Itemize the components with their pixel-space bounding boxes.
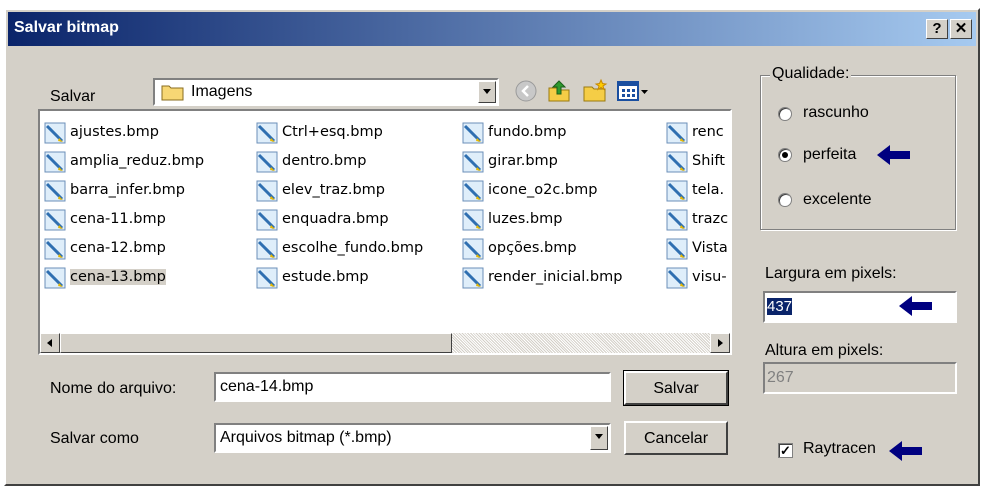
bitmap-file-icon <box>44 209 66 231</box>
bitmap-file-icon <box>44 238 66 260</box>
bitmap-file-icon <box>44 151 66 173</box>
file-name: enquadra.bmp <box>282 211 389 227</box>
arrow-left-icon <box>889 441 922 461</box>
up-folder-icon[interactable] <box>546 78 572 104</box>
arrow-left-icon <box>877 145 910 165</box>
quality-label: Qualidade: <box>770 65 852 83</box>
radio-perfeita[interactable] <box>778 148 792 162</box>
bitmap-file-icon <box>462 238 484 260</box>
file-name: escolhe_fundo.bmp <box>282 240 424 256</box>
bitmap-file-icon <box>256 122 278 144</box>
file-name: estude.bmp <box>282 269 369 285</box>
height-input: 267 <box>763 362 957 394</box>
new-folder-icon[interactable] <box>582 78 608 104</box>
file-name: cena-11.bmp <box>70 211 166 227</box>
filetype-dropdown-button[interactable] <box>590 426 608 450</box>
file-name: tela. <box>692 182 725 198</box>
filetype-label: Salvar como <box>50 430 139 447</box>
filename-label: Nome do arquivo: <box>50 380 177 397</box>
file-name: Shift <box>692 153 725 169</box>
folder-combo[interactable]: Imagens <box>153 78 499 106</box>
file-list[interactable]: ajustes.bmp amplia_reduz.bmp barra_infer.b… <box>38 109 732 355</box>
raytrace-checkbox[interactable]: ✓ <box>778 443 793 458</box>
file-name: icone_o2c.bmp <box>488 182 598 198</box>
arrow-left-icon <box>899 296 932 316</box>
radio-rascunho-label: rascunho <box>803 104 869 121</box>
back-icon[interactable] <box>513 78 539 104</box>
filetype-value: Arquivos bitmap (*.bmp) <box>220 429 392 446</box>
dialog-title: Salvar bitmap <box>14 19 119 36</box>
title-bar[interactable]: Salvar bitmap ? ✕ <box>8 12 976 46</box>
file-name: visu- <box>692 269 727 285</box>
bitmap-file-icon <box>462 180 484 202</box>
folder-icon <box>161 85 184 101</box>
radio-excelente-label: excelente <box>803 191 872 208</box>
file-name: Ctrl+esq.bmp <box>282 124 383 140</box>
radio-rascunho[interactable] <box>778 107 792 121</box>
bitmap-file-icon <box>462 267 484 289</box>
height-value: 267 <box>767 369 794 386</box>
bitmap-file-icon <box>256 209 278 231</box>
bitmap-file-icon <box>256 151 278 173</box>
bitmap-file-icon <box>44 267 66 289</box>
file-name: cena-13.bmp <box>70 269 166 285</box>
file-name: luzes.bmp <box>488 211 563 227</box>
bitmap-file-icon <box>666 180 688 202</box>
scroll-right-button[interactable] <box>710 333 730 353</box>
view-menu-icon[interactable] <box>616 78 650 104</box>
filename-value: cena-14.bmp <box>220 378 314 395</box>
file-name: girar.bmp <box>488 153 558 169</box>
width-label: Largura em pixels: <box>765 265 897 282</box>
bitmap-file-icon <box>666 267 688 289</box>
close-button[interactable]: ✕ <box>950 19 972 39</box>
file-name: Vista <box>692 240 728 256</box>
bitmap-file-icon <box>666 122 688 144</box>
radio-excelente[interactable] <box>778 193 792 207</box>
bitmap-file-icon <box>666 209 688 231</box>
file-name: elev_traz.bmp <box>282 182 385 198</box>
file-name: dentro.bmp <box>282 153 367 169</box>
cancel-button[interactable]: Cancelar <box>624 421 728 455</box>
bitmap-file-icon <box>462 151 484 173</box>
file-name: cena-12.bmp <box>70 240 166 256</box>
save-button[interactable]: Salvar <box>623 370 729 406</box>
bitmap-file-icon <box>256 267 278 289</box>
bitmap-file-icon <box>256 238 278 260</box>
raytrace-label: Raytracen <box>803 440 876 457</box>
save-in-label: Salvar <box>50 88 96 105</box>
radio-perfeita-label: perfeita <box>803 146 857 163</box>
file-name: renc <box>692 124 724 140</box>
bitmap-file-icon <box>666 238 688 260</box>
scroll-thumb[interactable] <box>60 333 452 353</box>
folder-dropdown-button[interactable] <box>478 81 496 103</box>
file-name: barra_infer.bmp <box>70 182 185 198</box>
file-name: amplia_reduz.bmp <box>70 153 205 169</box>
bitmap-file-icon <box>44 180 66 202</box>
filename-input[interactable]: cena-14.bmp <box>214 372 611 402</box>
help-button[interactable]: ? <box>926 19 948 39</box>
bitmap-file-icon <box>44 122 66 144</box>
bitmap-file-icon <box>462 209 484 231</box>
bitmap-file-icon <box>256 180 278 202</box>
bitmap-file-icon <box>666 151 688 173</box>
height-label: Altura em pixels: <box>765 342 884 359</box>
filetype-select[interactable]: Arquivos bitmap (*.bmp) <box>214 423 611 453</box>
file-name: ajustes.bmp <box>70 124 159 140</box>
horizontal-scrollbar[interactable] <box>40 333 730 353</box>
bitmap-file-icon <box>462 122 484 144</box>
file-name: render_inicial.bmp <box>488 269 623 285</box>
folder-name: Imagens <box>191 83 253 100</box>
file-name: fundo.bmp <box>488 124 567 140</box>
file-name: trazc <box>692 211 729 227</box>
file-name: opções.bmp <box>488 240 577 256</box>
scroll-left-button[interactable] <box>40 333 60 353</box>
width-value: 437 <box>767 298 793 315</box>
